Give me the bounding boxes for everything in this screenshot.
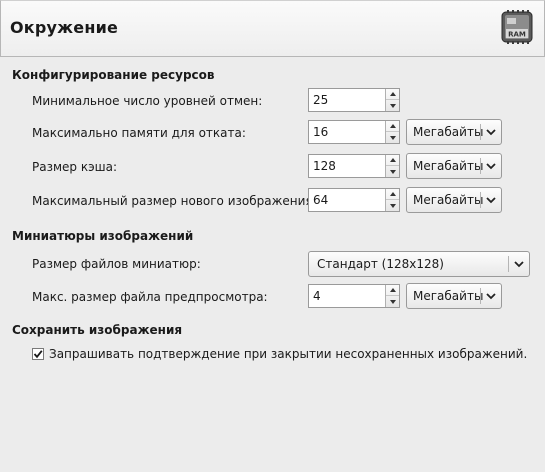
increment-button[interactable] [386,285,399,296]
thumb-size-label: Размер файлов миниатюр: [32,257,201,271]
max-new-image-spinbutton[interactable] [308,188,400,212]
decrement-button[interactable] [386,100,399,111]
undo-levels-input[interactable] [309,89,385,111]
ram-chip-icon: RAM [501,10,533,44]
chevron-down-icon [486,163,496,170]
section-title-resources: Конфигурирование ресурсов [12,68,215,82]
combo-divider [480,288,481,304]
max-preview-size-label: Макс. размер файла предпросмотра: [32,290,268,304]
decrement-button[interactable] [386,200,399,211]
chevron-down-icon [486,293,496,300]
max-new-image-input[interactable] [309,189,385,211]
confirm-close-checkbox[interactable] [32,348,44,360]
decrement-button[interactable] [386,166,399,177]
increment-button[interactable] [386,121,399,132]
max-new-image-label: Максимальный размер нового изображения: [32,194,317,208]
max-preview-size-unit-select[interactable]: Мегабайты [406,283,502,309]
unit-label: Мегабайты [413,289,484,303]
max-new-image-unit-select[interactable]: Мегабайты [406,187,502,213]
decrement-button[interactable] [386,296,399,307]
svg-text:RAM: RAM [508,31,526,39]
tile-cache-stepper[interactable] [385,155,399,177]
arrow-up-icon [389,288,396,292]
max-new-image-stepper[interactable] [385,189,399,211]
thumb-size-value: Стандарт (128x128) [317,257,444,271]
chevron-down-icon [486,197,496,204]
confirm-close-label[interactable]: Запрашивать подтверждение при закрытии н… [49,347,527,361]
arrow-down-icon [389,203,396,208]
max-preview-size-stepper[interactable] [385,285,399,307]
undo-memory-input[interactable] [309,121,385,143]
increment-button[interactable] [386,155,399,166]
arrow-up-icon [389,124,396,128]
tile-cache-label: Размер кэша: [32,160,118,174]
arrow-down-icon [389,169,396,174]
undo-memory-unit-select[interactable]: Мегабайты [406,119,502,145]
arrow-up-icon [389,158,396,162]
unit-label: Мегабайты [413,159,484,173]
arrow-up-icon [389,192,396,196]
arrow-up-icon [389,92,396,96]
arrow-down-icon [389,299,396,304]
undo-levels-spinbutton[interactable] [308,88,400,112]
tile-cache-unit-select[interactable]: Мегабайты [406,153,502,179]
increment-button[interactable] [386,189,399,200]
decrement-button[interactable] [386,132,399,143]
section-title-thumbnails: Миниатюры изображений [12,229,194,243]
unit-label: Мегабайты [413,125,484,139]
page-title: Окружение [10,18,119,37]
section-title-save: Сохранить изображения [12,323,183,337]
chevron-down-icon [486,129,496,136]
arrow-down-icon [389,135,396,140]
tile-cache-input[interactable] [309,155,385,177]
combo-divider [480,192,481,208]
combo-divider [508,256,509,272]
undo-memory-label: Максимально памяти для отката: [32,126,246,140]
tile-cache-spinbutton[interactable] [308,154,400,178]
undo-levels-stepper[interactable] [385,89,399,111]
undo-levels-label: Минимальное число уровней отмен: [32,94,263,108]
chevron-down-icon [514,261,524,268]
arrow-down-icon [389,103,396,108]
combo-divider [480,124,481,140]
max-preview-size-input[interactable] [309,285,385,307]
undo-memory-stepper[interactable] [385,121,399,143]
combo-divider [480,158,481,174]
max-preview-size-spinbutton[interactable] [308,284,400,308]
checkmark-icon [33,350,43,359]
unit-label: Мегабайты [413,193,484,207]
page-header: Окружение RAM [0,0,545,57]
thumb-size-select[interactable]: Стандарт (128x128) [308,251,530,277]
increment-button[interactable] [386,89,399,100]
undo-memory-spinbutton[interactable] [308,120,400,144]
